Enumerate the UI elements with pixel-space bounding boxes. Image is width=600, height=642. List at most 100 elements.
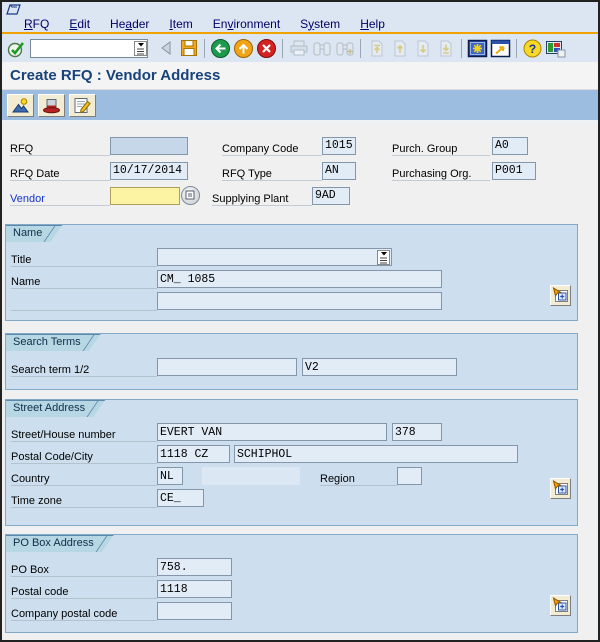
toolbar-separator <box>282 38 283 58</box>
house-number-field[interactable] <box>392 423 442 441</box>
create-shortcut-button[interactable] <box>489 37 512 60</box>
purchasing-org-field[interactable] <box>492 161 536 180</box>
search-term-row: Search term 1/2 <box>6 356 577 378</box>
title-dropdown-icon[interactable] <box>377 249 390 265</box>
country-name-field <box>202 467 300 485</box>
rfq-date-field[interactable] <box>110 161 188 180</box>
exit-icon <box>234 38 253 58</box>
menu-header[interactable]: Header <box>100 17 159 31</box>
cancel-button[interactable] <box>255 37 278 60</box>
save-button[interactable] <box>177 37 200 60</box>
person-icon <box>12 97 29 112</box>
title-field[interactable] <box>158 250 377 264</box>
help-icon: ? <box>523 39 542 57</box>
vendor-field[interactable] <box>110 186 180 205</box>
exit-button[interactable] <box>232 37 255 60</box>
header-hat-icon <box>43 98 60 113</box>
menu-help[interactable]: Help <box>350 17 395 31</box>
new-session-icon <box>467 39 488 57</box>
timezone-label: Time zone <box>11 489 157 508</box>
street-more-button[interactable] <box>550 478 571 499</box>
rfq-type-label: RFQ Type <box>222 161 322 181</box>
region-field[interactable] <box>397 467 422 485</box>
vendor-label: Vendor <box>10 186 110 206</box>
po-box-address-section: PO Box Address PO Box Postal code Compan… <box>5 534 578 633</box>
timezone-row: Time zone <box>6 487 577 509</box>
customize-layout-button[interactable] <box>544 37 567 60</box>
rfq-field <box>110 136 188 155</box>
menu-edit[interactable]: Edit <box>59 17 100 31</box>
menu-item[interactable]: Item <box>159 17 202 31</box>
system-menu-icon[interactable] <box>5 3 22 15</box>
find-icon <box>313 42 330 56</box>
toolbar-separator <box>461 38 462 58</box>
header-row-3: Vendor Supplying Plant <box>10 183 598 208</box>
country-field[interactable] <box>157 467 183 485</box>
search-terms-section-tab: Search Terms <box>6 334 101 351</box>
first-page-icon <box>371 40 383 56</box>
purch-group-field[interactable] <box>492 136 528 155</box>
back-step-button[interactable] <box>154 37 177 60</box>
country-label: Country <box>11 467 157 486</box>
timezone-field[interactable] <box>157 489 204 507</box>
supplying-plant-label: Supplying Plant <box>212 186 312 206</box>
enter-button[interactable] <box>5 37 28 60</box>
vendor-search-help-button[interactable] <box>181 186 200 205</box>
name-field[interactable] <box>157 270 442 288</box>
person-button[interactable] <box>7 93 34 117</box>
street-field[interactable] <box>157 423 387 441</box>
title-row: Title <box>6 246 577 268</box>
find-button <box>310 37 333 60</box>
search-term-2-field[interactable] <box>302 358 457 376</box>
name-row: Name <box>6 268 577 290</box>
rfq-type-field[interactable] <box>322 161 356 180</box>
street-address-section: Street Address Street/House number Posta… <box>5 399 578 526</box>
enter-icon <box>7 41 25 57</box>
back-button[interactable] <box>209 37 232 60</box>
name-section-tab: Name <box>6 225 62 242</box>
company-postal-code-field[interactable] <box>157 602 232 620</box>
new-session-button[interactable] <box>466 37 489 60</box>
rfq-label: RFQ <box>10 136 110 156</box>
po-box-field[interactable] <box>157 558 232 576</box>
menu-environment[interactable]: Environment <box>203 17 290 31</box>
po-box-more-button[interactable] <box>550 595 571 616</box>
menu-rfq[interactable]: RFQ <box>14 17 59 31</box>
po-postal-code-row: Postal code <box>6 578 577 600</box>
region-label: Region <box>320 467 397 486</box>
back-icon <box>211 38 230 58</box>
sap-window: RFQ Edit Header Item Environment System … <box>0 0 600 642</box>
create-shortcut-icon <box>490 39 511 57</box>
po-postal-code-field[interactable] <box>157 580 232 598</box>
toolbar-separator <box>204 38 205 58</box>
command-dropdown-icon[interactable] <box>134 40 147 56</box>
postal-code-city-field[interactable] <box>157 445 230 463</box>
texts-button[interactable] <box>69 93 96 117</box>
content-area: RFQ Company Code Purch. Group RFQ Date R… <box>2 123 598 640</box>
name2-field[interactable] <box>157 292 442 310</box>
search-term-1-field[interactable] <box>157 358 297 376</box>
menu-system[interactable]: System <box>290 17 350 31</box>
po-box-section-tab: PO Box Address <box>6 535 114 552</box>
city-field[interactable] <box>234 445 518 463</box>
name-more-button[interactable] <box>550 285 571 306</box>
int-versions-icon <box>552 597 568 612</box>
help-button[interactable]: ? <box>521 37 544 60</box>
next-page-icon <box>417 40 429 56</box>
company-code-field[interactable] <box>322 136 356 155</box>
country-row: Country Region <box>6 465 577 487</box>
toolbar-separator <box>360 38 361 58</box>
supplying-plant-field[interactable] <box>312 186 350 205</box>
rfq-date-label: RFQ Date <box>10 161 110 181</box>
title-combo[interactable] <box>157 248 392 266</box>
purch-group-label: Purch. Group <box>392 136 490 156</box>
customize-layout-icon <box>546 40 566 57</box>
back-step-icon <box>160 41 170 55</box>
next-page-button <box>411 37 434 60</box>
header-details-button[interactable] <box>38 93 65 117</box>
search-terms-section: Search Terms Search term 1/2 <box>5 333 578 390</box>
company-postal-code-label: Company postal code <box>11 602 157 621</box>
previous-page-button <box>388 37 411 60</box>
header-fields: RFQ Company Code Purch. Group RFQ Date R… <box>2 123 598 208</box>
command-field[interactable] <box>31 40 134 56</box>
